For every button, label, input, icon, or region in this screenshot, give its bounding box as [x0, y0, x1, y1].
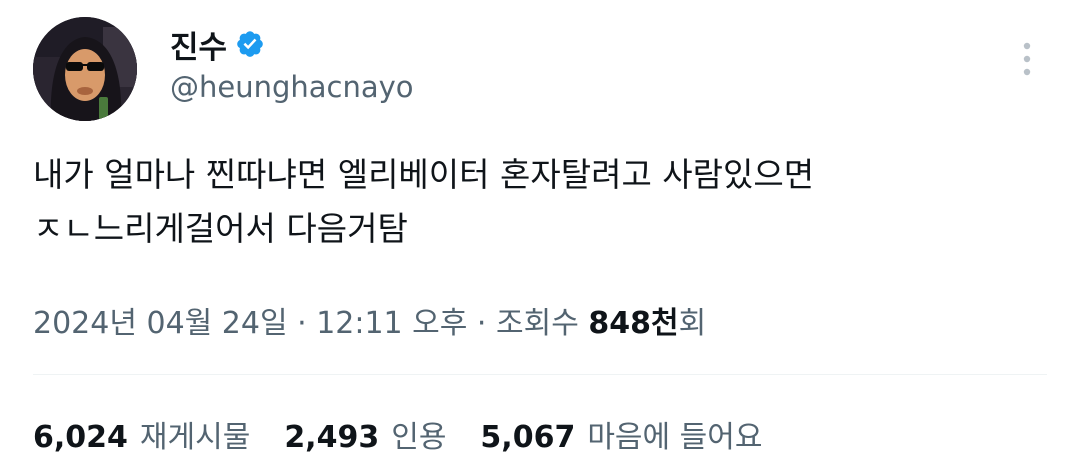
quotes-count: 2,493 [284, 420, 380, 455]
engagement-stats: 6,024 재게시물 2,493 인용 5,067 마음에 들어요 [33, 412, 796, 456]
retweets-count: 6,024 [33, 420, 128, 455]
views-label: 조회수 [496, 306, 589, 341]
author-handle[interactable]: @heunghacnayo [170, 70, 414, 104]
views-suffix: 회 [678, 306, 707, 341]
verified-badge-icon [235, 29, 265, 59]
tweet-text: 내가 얼마나 찐따냐면 엘리베이터 혼자탈려고 사람있으면 ㅈㄴ느리게걸어서 다음… [33, 148, 1043, 256]
author-name-row: 진수 [170, 22, 265, 66]
views-count: 848천 [588, 306, 679, 341]
tweet-text-line: ㅈㄴ느리게걸어서 다음거탐 [33, 209, 408, 248]
display-name[interactable]: 진수 [170, 22, 227, 67]
tweet-date[interactable]: 2024년 04월 24일 [33, 298, 288, 342]
quotes-stat[interactable]: 2,493 인용 [284, 412, 446, 456]
likes-count: 5,067 [480, 420, 576, 455]
tweet-text-line: 내가 얼마나 찐따냐면 엘리베이터 혼자탈려고 사람있으면 [33, 155, 815, 194]
tweet-card: 진수 @heunghacnayo 내가 얼마나 찐따냐면 엘리베이터 혼자탈려고… [0, 0, 1080, 476]
likes-label: 마음에 들어요 [587, 420, 763, 455]
quotes-label: 인용 [391, 420, 447, 455]
meta-separator: · [287, 306, 317, 341]
avatar-image [33, 17, 137, 121]
more-options-icon[interactable] [1012, 40, 1042, 80]
avatar[interactable] [33, 17, 137, 121]
tweet-time[interactable]: 12:11 오후 [316, 298, 467, 342]
likes-stat[interactable]: 5,067 마음에 들어요 [480, 412, 762, 456]
tweet-meta: 2024년 04월 24일 · 12:11 오후 · 조회수 848천 회 [33, 298, 706, 342]
retweets-label: 재게시물 [139, 420, 251, 455]
divider [33, 374, 1047, 375]
retweets-stat[interactable]: 6,024 재게시물 [33, 412, 250, 456]
meta-separator: · [467, 306, 496, 341]
